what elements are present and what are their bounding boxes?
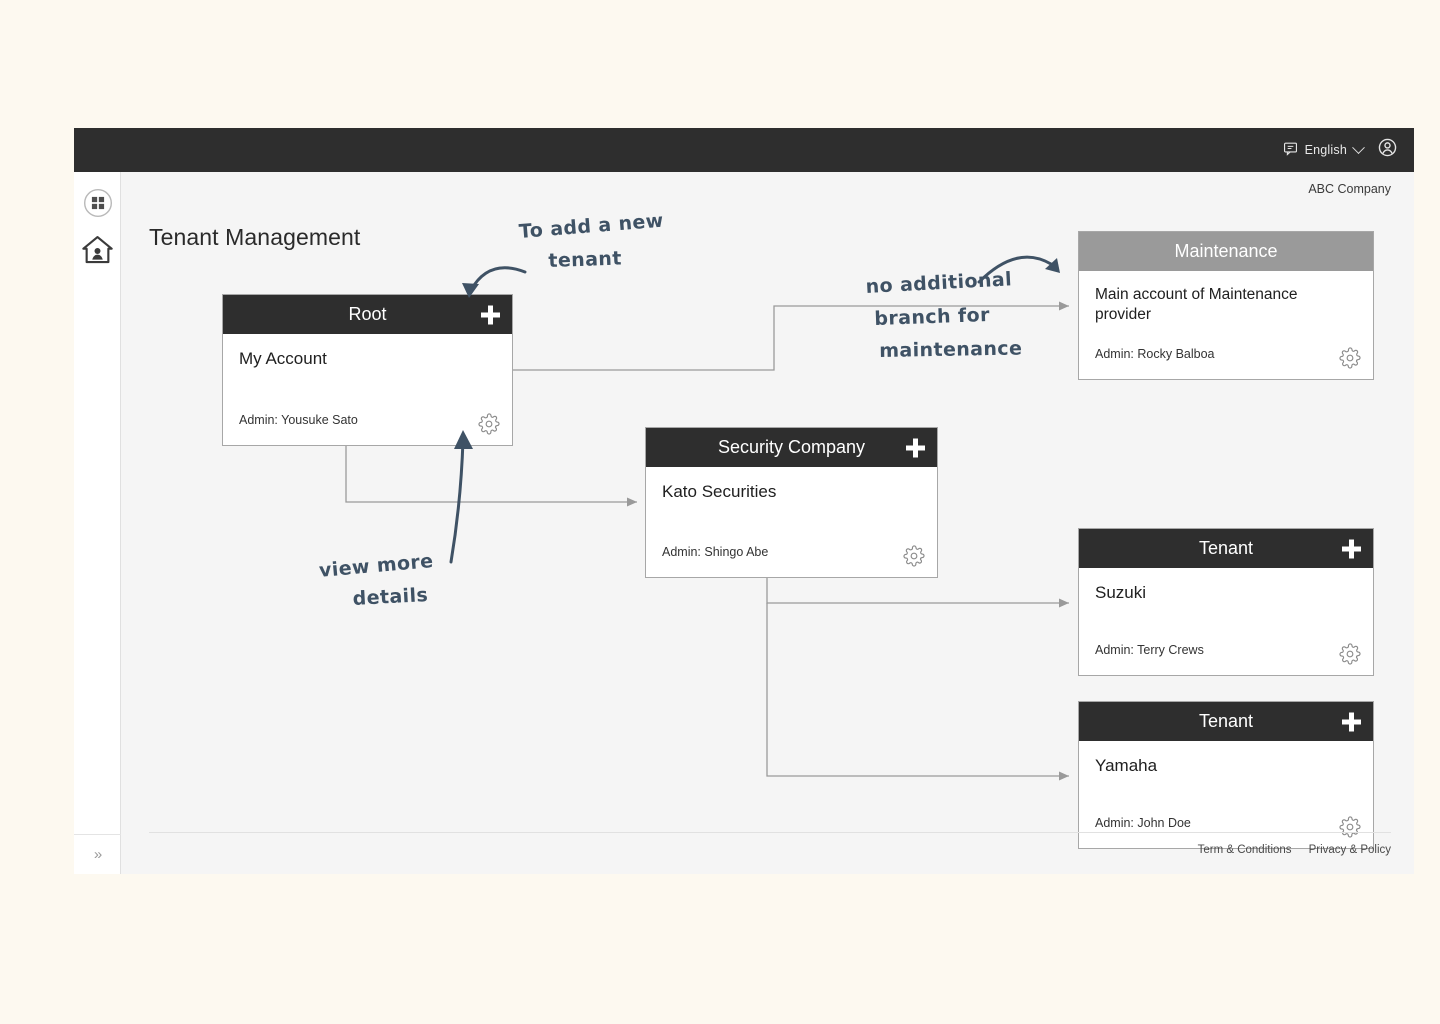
card-header-label: Tenant: [1198, 711, 1254, 731]
sidebar-item-home[interactable]: [74, 234, 121, 270]
language-selector[interactable]: English: [1283, 140, 1365, 159]
card-header-label: Security Company: [717, 437, 866, 457]
language-label: English: [1304, 143, 1347, 157]
card-admin: Admin: Terry Crews: [1095, 643, 1204, 657]
gear-icon[interactable]: [1339, 347, 1361, 369]
gear-icon[interactable]: [478, 413, 500, 435]
chevron-down-icon: [1352, 140, 1365, 154]
plus-icon[interactable]: [906, 438, 925, 457]
card-title: My Account: [239, 349, 327, 368]
top-bar: English: [74, 128, 1414, 172]
plus-icon[interactable]: [1342, 712, 1361, 731]
card-admin: Admin: Yousuke Sato: [239, 413, 358, 427]
gear-icon[interactable]: [1339, 643, 1361, 665]
card-header: Root: [223, 295, 512, 334]
card-header: Tenant: [1079, 702, 1373, 741]
plus-icon[interactable]: [1342, 539, 1361, 558]
card-tenant-yamaha[interactable]: Tenant Yamaha Admin: John Doe: [1078, 701, 1374, 849]
tenant-tree-canvas: Tenant Management ABC Company Root My Ac…: [121, 172, 1414, 874]
card-title: Main account of Maintenance provider: [1095, 286, 1298, 323]
privacy-link[interactable]: Privacy & Policy: [1309, 844, 1391, 856]
chevron-double-right-icon: »: [93, 846, 102, 863]
translate-icon: [1283, 141, 1298, 159]
sidebar-rail: »: [74, 172, 121, 874]
card-header: Security Company: [646, 428, 937, 467]
card-root[interactable]: Root My Account Admin: Yousuke Sato: [222, 294, 513, 446]
card-admin: Admin: John Doe: [1095, 816, 1191, 830]
sidebar-expand-button[interactable]: »: [74, 834, 121, 874]
footer: Term & Conditions Privacy & Policy: [149, 832, 1391, 856]
card-header: Maintenance: [1079, 232, 1373, 271]
card-security-company[interactable]: Security Company Kato Securities Admin: …: [645, 427, 938, 578]
gear-icon[interactable]: [903, 545, 925, 567]
card-header-label: Tenant: [1198, 538, 1254, 558]
card-header-label: Maintenance: [1174, 241, 1278, 261]
card-body: Suzuki Admin: Terry Crews: [1079, 568, 1373, 675]
grid-apps-icon: [83, 188, 113, 223]
card-header-label: Root: [348, 304, 387, 324]
home-user-icon: [81, 234, 114, 270]
app-window: English » Tenant Management ABC Company …: [74, 128, 1414, 874]
card-admin: Admin: Shingo Abe: [662, 545, 769, 559]
card-title: Suzuki: [1095, 583, 1147, 602]
card-tenant-suzuki[interactable]: Tenant Suzuki Admin: Terry Crews: [1078, 528, 1374, 676]
card-title: Yamaha: [1095, 756, 1158, 775]
sidebar-item-apps[interactable]: [74, 188, 121, 223]
card-body: My Account Admin: Yousuke Sato: [223, 334, 512, 445]
user-account-icon[interactable]: [1377, 137, 1398, 163]
card-body: Kato Securities Admin: Shingo Abe: [646, 467, 937, 577]
card-title: Kato Securities: [662, 482, 777, 501]
card-header: Tenant: [1079, 529, 1373, 568]
card-body: Main account of Maintenance provider Adm…: [1079, 271, 1373, 379]
terms-link[interactable]: Term & Conditions: [1198, 844, 1292, 856]
card-maintenance[interactable]: Maintenance Main account of Maintenance …: [1078, 231, 1374, 380]
card-admin: Admin: Rocky Balboa: [1095, 347, 1215, 361]
plus-icon[interactable]: [481, 305, 500, 324]
